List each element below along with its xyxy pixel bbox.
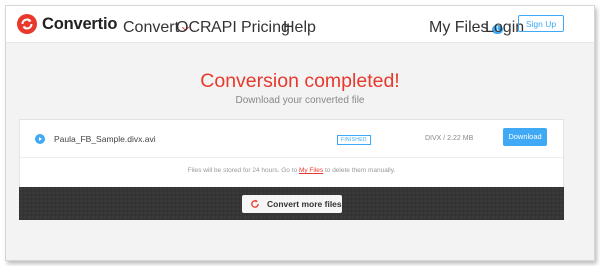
brand-name: Convertio bbox=[42, 14, 118, 33]
nav-convert-label: Convert bbox=[123, 19, 180, 36]
file-row: Paula_FB_Sample.divx.avi FINISHED DIVX /… bbox=[20, 120, 563, 158]
storage-note: Files will be stored for 24 hours. Go to… bbox=[20, 167, 563, 174]
page-subtitle: Download your converted file bbox=[235, 95, 365, 106]
top-nav-bar: Convertio Convert OCR API Pricing Help M… bbox=[6, 6, 594, 43]
file-card: Paula_FB_Sample.divx.avi FINISHED DIVX /… bbox=[19, 119, 564, 190]
refresh-icon bbox=[251, 199, 259, 208]
download-button[interactable]: Download bbox=[503, 128, 547, 146]
page-title: Conversion completed! bbox=[200, 70, 400, 92]
nav-help[interactable]: Help bbox=[283, 19, 316, 37]
storage-note-after: to delete them manually. bbox=[323, 167, 396, 174]
play-icon[interactable] bbox=[35, 134, 45, 144]
my-files-label: My Files bbox=[429, 19, 489, 36]
status-badge: FINISHED bbox=[337, 135, 371, 145]
convert-more-button[interactable]: Convert more files bbox=[242, 195, 342, 213]
my-files-link[interactable]: My Files bbox=[299, 167, 323, 174]
logo[interactable]: Convertio bbox=[17, 14, 117, 34]
convert-more-bar: Convert more files bbox=[19, 187, 564, 220]
file-format-size: DIVX / 2.22 MB bbox=[425, 135, 474, 142]
convertio-logo-icon bbox=[17, 14, 37, 34]
nav-api[interactable]: API bbox=[211, 19, 237, 37]
signup-button[interactable]: Sign Up bbox=[518, 15, 564, 32]
file-name: Paula_FB_Sample.divx.avi bbox=[54, 134, 156, 144]
browser-frame: Convertio Convert OCR API Pricing Help M… bbox=[5, 5, 595, 261]
nav-ocr[interactable]: OCR bbox=[176, 19, 212, 37]
storage-note-before: Files will be stored for 24 hours. Go to bbox=[187, 167, 299, 174]
convert-more-label: Convert more files bbox=[267, 199, 342, 209]
